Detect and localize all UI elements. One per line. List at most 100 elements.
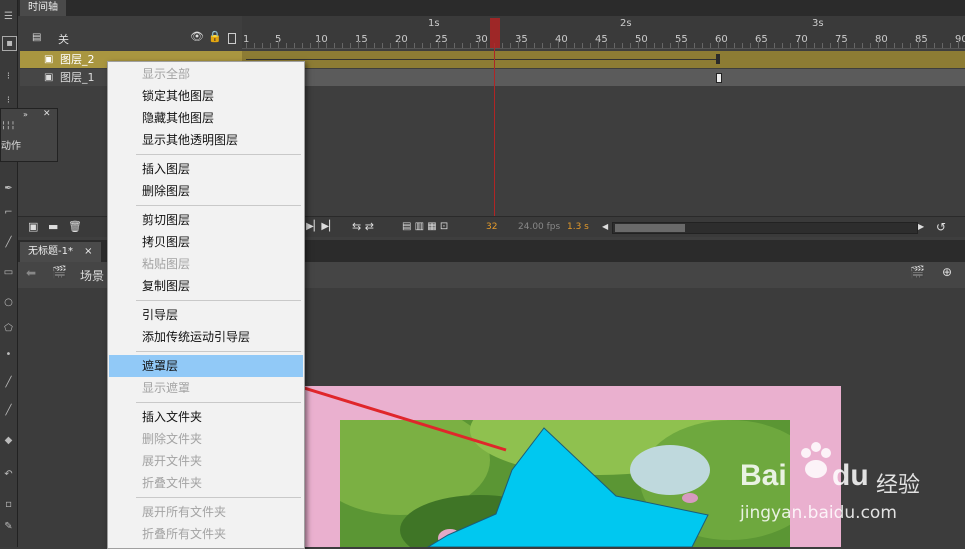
menu-item-insert-layer[interactable]: 插入图层 xyxy=(109,158,303,180)
close-tab-icon[interactable]: × xyxy=(84,246,92,257)
bucket-tool-icon[interactable]: ◆ xyxy=(2,434,15,447)
layer-name[interactable]: 图层_2 xyxy=(60,51,95,68)
menu-item-collapse-folder[interactable]: 折叠文件夹 xyxy=(109,472,303,494)
frames-row[interactable] xyxy=(242,69,965,86)
back-arrow-icon[interactable]: ⬅ xyxy=(26,266,36,280)
new-layer-icon[interactable]: ▣ xyxy=(28,217,38,237)
menu-item-copy-layer[interactable]: 拷贝图层 xyxy=(109,231,303,253)
paw-icon xyxy=(801,442,831,478)
frame-tick xyxy=(774,43,775,48)
scene-label[interactable]: 场景 xyxy=(80,267,104,284)
playhead[interactable] xyxy=(490,18,500,48)
frame-tick xyxy=(510,43,511,48)
collapse-icon[interactable]: » xyxy=(23,110,28,119)
menu-separator xyxy=(136,154,301,155)
eraser-tool-icon[interactable]: ▫ xyxy=(2,498,15,511)
timeline-tab[interactable]: 时间轴 xyxy=(20,0,66,16)
menu-item-hide-others[interactable]: 隐藏其他图层 xyxy=(109,107,303,129)
menu-item-delete-layer[interactable]: 删除图层 xyxy=(109,180,303,202)
menu-item-add-motion-guide[interactable]: 添加传统运动引导层 xyxy=(109,326,303,348)
close-icon[interactable]: ✕ xyxy=(43,109,51,119)
new-folder-icon[interactable]: ▬ xyxy=(48,217,58,237)
menu-item-collapse-all-folders[interactable]: 折叠所有文件夹 xyxy=(109,523,303,545)
text-tool-icon[interactable]: ⌐ xyxy=(2,206,15,219)
frames-row-selected[interactable] xyxy=(242,51,965,68)
play-icon[interactable]: ▶▏▶▏ xyxy=(306,217,337,237)
trash-icon[interactable]: 🗑 xyxy=(68,217,82,237)
deco-tool-icon[interactable]: ╱ xyxy=(2,404,15,417)
scroll-thumb[interactable] xyxy=(615,224,685,232)
scroll-right-icon[interactable]: ▶ xyxy=(918,217,924,237)
frame-tick xyxy=(926,43,927,48)
frame-ruler[interactable]: 1s 2s 3s 1 5 10 15 20 25 30 35 40 45 50 55 60 65 70 75 80 85… xyxy=(242,16,965,49)
selection-tool-icon[interactable]: ▪ xyxy=(2,36,17,51)
brush-tool-icon[interactable]: ╱ xyxy=(2,376,15,389)
oval-tool-icon[interactable]: ○ xyxy=(2,296,15,309)
menu-item-paste-layer[interactable]: 粘贴图层 xyxy=(109,253,303,275)
menu-item-show-others-transparent[interactable]: 显示其他透明图层 xyxy=(109,129,303,151)
frame-tick xyxy=(358,41,359,48)
frame-tick xyxy=(502,43,503,48)
fps-readout[interactable]: 24.00 fps xyxy=(518,217,560,237)
menu-item-delete-folder[interactable]: 删除文件夹 xyxy=(109,428,303,450)
document-tab-label[interactable]: 无标题-1* xyxy=(28,246,73,257)
current-frame[interactable]: 32 xyxy=(486,217,497,237)
edit-symbol-icon[interactable]: ⊕ xyxy=(942,265,952,279)
watermark-brand-left: Bai xyxy=(740,459,787,492)
frame-tick xyxy=(478,41,479,48)
keyframe-end[interactable] xyxy=(716,73,722,83)
onion-skin-icon[interactable]: ▤ ▥ ▦ ⊡ xyxy=(402,217,448,237)
menu-item-expand-folder[interactable]: 展开文件夹 xyxy=(109,450,303,472)
lasso-tool-icon[interactable]: ⁝ xyxy=(2,94,15,107)
scroll-left-icon[interactable]: ◀ xyxy=(602,217,608,237)
menu-item-lock-others[interactable]: 锁定其他图层 xyxy=(109,85,303,107)
actions-panel-title[interactable]: 动作 xyxy=(1,137,21,152)
eye-icon[interactable]: 👁 xyxy=(190,30,204,43)
loop-icon[interactable]: ⇆ ⇄ xyxy=(352,217,374,237)
outline-icon[interactable] xyxy=(228,33,236,44)
frame-tick xyxy=(702,43,703,48)
menu-item-show-all[interactable]: 显示全部 xyxy=(109,63,303,85)
menu-item-expand-all-folders[interactable]: 展开所有文件夹 xyxy=(109,501,303,523)
playhead-line xyxy=(494,48,495,216)
frame-tick xyxy=(918,41,919,48)
center-frame-icon[interactable]: ↺ xyxy=(936,217,946,237)
pen-tool-icon[interactable]: ✒ xyxy=(2,182,15,195)
frame-tick xyxy=(910,43,911,48)
menu-icon[interactable]: ☰ xyxy=(2,10,15,23)
watermark-brand-right: du xyxy=(832,459,869,492)
frame-tick xyxy=(870,43,871,48)
eyedropper-tool-icon[interactable]: ↶ xyxy=(2,468,15,481)
frame-tick xyxy=(334,43,335,48)
frame-tick xyxy=(558,41,559,48)
frame-tick xyxy=(254,43,255,48)
edit-scene-icon[interactable]: 🎬 xyxy=(910,265,925,279)
line-tool-icon[interactable]: ╱ xyxy=(2,236,15,249)
keyframe-end[interactable] xyxy=(716,54,720,64)
menu-separator xyxy=(136,300,301,301)
menu-item-show-masking[interactable]: 显示遮罩 xyxy=(109,377,303,399)
horizontal-scrollbar[interactable] xyxy=(612,222,918,234)
frame-tick xyxy=(406,43,407,48)
time-readout[interactable]: 1.3 s xyxy=(567,217,589,237)
subselect-tool-icon[interactable]: ⁝ xyxy=(2,70,15,83)
hand-tool-icon[interactable]: ✎ xyxy=(2,520,15,533)
menu-item-mask[interactable]: 遮罩层 xyxy=(109,355,303,377)
frame-tick xyxy=(846,43,847,48)
frame-tick xyxy=(718,41,719,48)
frame-tick xyxy=(582,43,583,48)
menu-item-duplicate-layer[interactable]: 复制图层 xyxy=(109,275,303,297)
layer-name[interactable]: 图层_1 xyxy=(60,69,95,86)
menu-item-guide[interactable]: 引导层 xyxy=(109,304,303,326)
lock-icon[interactable]: 🔒 xyxy=(208,30,222,43)
rectangle-tool-icon[interactable]: ▭ xyxy=(2,266,15,279)
frame-tick xyxy=(638,41,639,48)
pencil-tool-icon[interactable]: • xyxy=(2,348,15,361)
polystar-tool-icon[interactable]: ⬠ xyxy=(2,322,15,335)
frame-tick xyxy=(590,43,591,48)
tools-panel: ☰ ▪ ⁝ ⁝ ✒ ⌐ ╱ ▭ ○ ⬠ • ╱ ╱ ◆ ↶ ▫ ✎ xyxy=(0,0,18,547)
frame-tick xyxy=(686,43,687,48)
menu-item-cut-layer[interactable]: 剪切图层 xyxy=(109,209,303,231)
document-tab[interactable]: 无标题-1* × xyxy=(20,242,101,262)
menu-item-insert-folder[interactable]: 插入文件夹 xyxy=(109,406,303,428)
